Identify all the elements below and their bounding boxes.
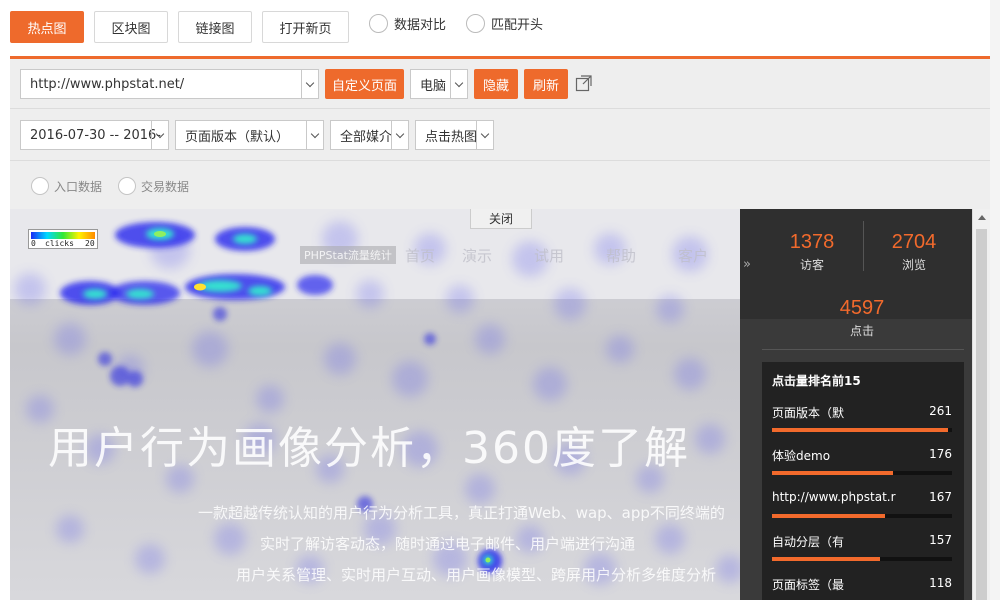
- site-nav-item: 帮助: [606, 247, 637, 265]
- site-nav-item: 首页: [405, 247, 436, 265]
- visitors-count: 1378: [789, 231, 835, 253]
- site-nav-item: 演示: [462, 247, 493, 265]
- clicks-label: 点击: [849, 324, 874, 338]
- ranking-item-value: 167: [929, 490, 952, 504]
- page-version-select[interactable]: 页面版本（默认）: [175, 120, 324, 150]
- entry-data-radio[interactable]: [31, 177, 49, 195]
- url-value: http://www.phpstat.net/: [30, 76, 185, 92]
- hero-subtitle: 一款超越传统认知的用户行为分析工具，真正打通Web、wap、app不同终端的: [198, 504, 725, 522]
- ranking-bar-track: [772, 471, 952, 475]
- hide-button[interactable]: 隐藏: [474, 69, 518, 99]
- row-divider: [10, 108, 990, 109]
- custom-page-button[interactable]: 自定义页面: [325, 69, 404, 99]
- legend-min: 0: [31, 239, 36, 248]
- data-compare-radio[interactable]: [369, 14, 388, 33]
- clicks-stat: 4597 点击: [812, 297, 912, 339]
- match-start-radio[interactable]: [466, 14, 485, 33]
- open-new-page-button[interactable]: 打开新页: [262, 11, 349, 43]
- ranking-item-name: 自动分层（有: [772, 535, 845, 549]
- stats-panel: » 1378 访客 2704 浏览 4597 点击 点击量排名前15 页面版本（…: [740, 209, 972, 600]
- entry-data-label: 入口数据: [54, 179, 103, 194]
- ranking-bar-track: [772, 428, 952, 432]
- data-compare-label: 数据对比: [394, 18, 447, 33]
- entry-data-toggle[interactable]: 入口数据: [31, 177, 102, 195]
- ranking-bar-fill: [772, 557, 880, 561]
- heat-legend: 0 clicks 20: [28, 229, 98, 249]
- site-logo-text: PHPStat流量统计: [300, 246, 396, 264]
- hero-subtitle: 实时了解访客动态，随时通过电子邮件、用户端进行沟通: [260, 535, 636, 553]
- legend-gradient: [31, 232, 95, 239]
- match-start-label: 匹配开头: [491, 18, 544, 33]
- legend-max: 20: [85, 239, 95, 248]
- device-select[interactable]: 电脑: [410, 69, 468, 99]
- ranking-item-name: http://www.phpstat.r: [772, 490, 896, 504]
- hero-subtitle: 用户关系管理、实时用户互动、用户画像模型、跨屏用户分析多维度分析: [236, 566, 717, 584]
- legend-label: clicks: [45, 239, 74, 248]
- ranking-item-name: 页面标签（最: [772, 578, 845, 592]
- visitors-label: 访客: [799, 258, 824, 272]
- block-map-mode-button[interactable]: 区块图: [94, 11, 168, 43]
- refresh-button[interactable]: 刷新: [524, 69, 568, 99]
- ranking-title: 点击量排名前15: [772, 374, 861, 388]
- chevron-down-icon: [450, 70, 467, 98]
- chevron-down-icon: [301, 70, 318, 98]
- trade-data-label: 交易数据: [141, 179, 190, 194]
- ranking-bar-track: [772, 514, 952, 518]
- heatmap-mode-button[interactable]: 热点图: [10, 11, 84, 43]
- views-count: 2704: [891, 231, 937, 253]
- heat-type-select[interactable]: 点击热图: [415, 120, 494, 150]
- ranking-bar-fill: [772, 428, 949, 432]
- trade-data-radio[interactable]: [118, 177, 136, 195]
- scroll-up-icon[interactable]: [978, 215, 986, 220]
- preview-scrollbar[interactable]: [972, 209, 990, 600]
- control-panel: http://www.phpstat.net/ 自定义页面 电脑 隐藏 刷新 2…: [10, 59, 990, 209]
- ranking-item-value: 118: [929, 576, 952, 590]
- ranking-bar-fill: [772, 471, 893, 475]
- ranking-bar-fill: [772, 514, 886, 518]
- mode-toolbar: 热点图 区块图 链接图 打开新页 数据对比 匹配开头: [0, 0, 1000, 58]
- visitors-stat: 1378 访客: [762, 231, 862, 273]
- date-range-value: 2016-07-30 -- 2016-: [30, 127, 161, 143]
- close-preview-button[interactable]: 关闭: [470, 209, 532, 229]
- url-select[interactable]: http://www.phpstat.net/: [20, 69, 319, 99]
- heat-type-value: 点击热图: [425, 129, 478, 145]
- data-compare-toggle[interactable]: 数据对比: [369, 14, 446, 33]
- site-nav-item: 试用: [534, 247, 565, 265]
- match-start-toggle[interactable]: 匹配开头: [466, 14, 543, 33]
- views-label: 浏览: [901, 258, 926, 272]
- clicks-count: 4597: [839, 297, 885, 319]
- chevron-down-icon: [391, 121, 408, 149]
- date-range-select[interactable]: 2016-07-30 -- 2016-: [20, 120, 169, 150]
- ranking-item-value: 157: [929, 533, 952, 547]
- expand-icon[interactable]: »: [743, 257, 751, 272]
- ranking-bar-track: [772, 557, 952, 561]
- page-version-value: 页面版本（默认）: [185, 129, 290, 145]
- row-divider: [10, 160, 990, 161]
- views-stat: 2704 浏览: [864, 231, 964, 273]
- divider: [762, 349, 964, 350]
- chevron-down-icon: [151, 121, 168, 149]
- chevron-down-icon: [476, 121, 493, 149]
- click-ranking: 点击量排名前15 页面版本（默 261 体验demo 176 http://www.ph…: [762, 362, 964, 600]
- page-scrollbar[interactable]: [990, 0, 1000, 600]
- external-link-icon[interactable]: [575, 74, 593, 92]
- trade-data-toggle[interactable]: 交易数据: [118, 177, 189, 195]
- media-value: 全部媒介: [340, 129, 393, 145]
- scroll-thumb[interactable]: [976, 229, 987, 600]
- ranking-item-name: 体验demo: [772, 449, 831, 463]
- hero-title: 用户行为画像分析，360度了解: [48, 423, 690, 474]
- ranking-item-name: 页面版本（默: [772, 406, 845, 420]
- site-nav-item: 客户: [678, 247, 709, 265]
- chevron-down-icon: [306, 121, 323, 149]
- ranking-item-value: 261: [929, 404, 952, 418]
- device-value: 电脑: [420, 78, 447, 94]
- ranking-item-value: 176: [929, 447, 952, 461]
- media-select[interactable]: 全部媒介: [330, 120, 409, 150]
- link-map-mode-button[interactable]: 链接图: [178, 11, 252, 43]
